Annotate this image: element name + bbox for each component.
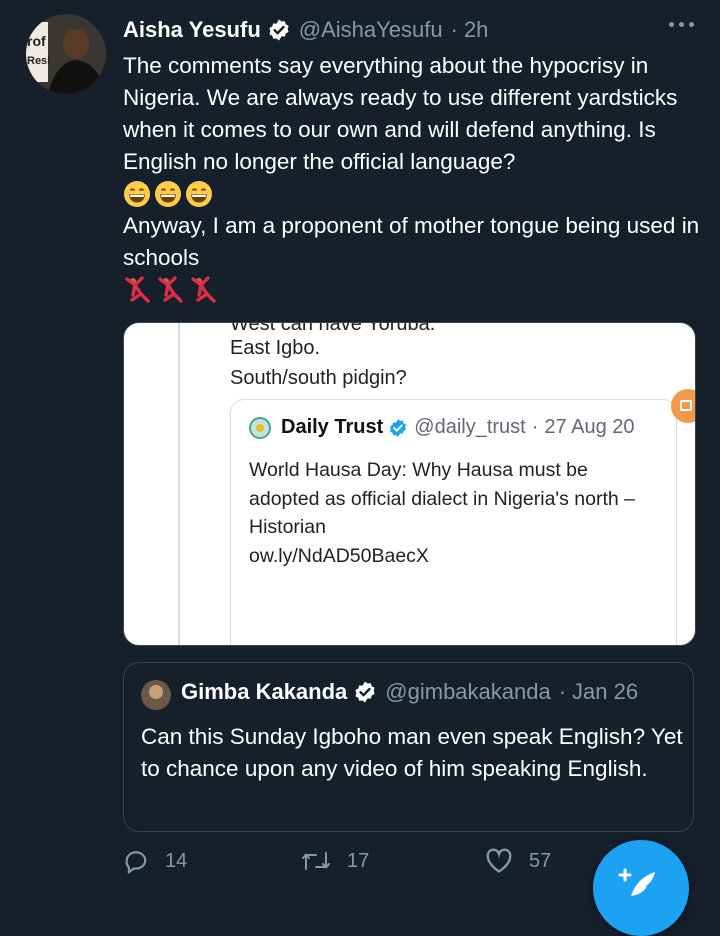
daily-trust-logo-icon <box>249 416 271 439</box>
dancer-emoji <box>158 276 183 303</box>
screenshot-line-1: East Igbo. <box>230 337 321 359</box>
retweet-count: 17 <box>347 849 370 872</box>
grinning-face-emoji <box>186 181 212 207</box>
separator-dot: · <box>531 416 539 438</box>
separator-dot: · <box>558 679 567 704</box>
reply-button[interactable]: 14 <box>123 848 187 874</box>
embedded-text: World Hausa Day: Why Hausa must be adopt… <box>249 456 659 570</box>
dancer-emoji <box>191 276 216 303</box>
avatar[interactable]: rof Resi <box>26 14 106 94</box>
verified-badge-icon <box>355 681 375 703</box>
compose-plus-feather-icon <box>618 868 655 896</box>
screenshot-line-2: South/south pidgin? <box>230 367 407 389</box>
embedded-quote-header: Daily Trust @daily_trust · 27 Aug 20 <box>249 416 635 439</box>
grinning-face-emoji <box>124 181 150 207</box>
grinning-face-emoji <box>155 181 181 207</box>
screenshot-cut-line: West can have Yoruba. <box>230 322 436 335</box>
tweet-text: The comments say everything about the hy… <box>123 50 708 306</box>
verified-badge-icon <box>269 19 289 41</box>
quoted-handle: @gimbakakanda <box>385 679 551 704</box>
handle[interactable]: @AishaYesufu <box>299 17 443 43</box>
retweet-button[interactable]: 17 <box>301 848 369 874</box>
embedded-handle: @daily_trust <box>414 416 526 438</box>
embedded-name: Daily Trust <box>281 416 384 438</box>
embedded-quote-card: Daily Trust @daily_trust · 27 Aug 20 Wor… <box>230 399 677 645</box>
quoted-avatar <box>141 680 171 710</box>
attached-screenshot[interactable]: West can have Yoruba. East Igbo. South/s… <box>123 322 696 646</box>
tweet-paragraph-2: Anyway, I am a proponent of mother tongu… <box>123 213 700 270</box>
emoji-row-grinning <box>123 178 708 210</box>
like-count: 57 <box>529 849 552 872</box>
svg-text:rof: rof <box>27 33 46 49</box>
reply-icon <box>125 851 147 874</box>
quoted-tweet[interactable]: Gimba Kakanda @gimbakakanda · Jan 26 Can… <box>123 662 694 832</box>
svg-text:Resi: Resi <box>27 55 50 67</box>
more-options-icon[interactable] <box>669 22 694 27</box>
quoted-date: Jan 26 <box>572 679 639 704</box>
embedded-link: ow.ly/NdAD50BaecX <box>249 544 429 567</box>
reply-count: 14 <box>165 849 188 872</box>
separator-dot: · <box>450 17 458 42</box>
embedded-date: 27 Aug 20 <box>544 416 635 438</box>
avatar-image: rof Resi <box>26 14 106 94</box>
quoted-name: Gimba Kakanda <box>181 679 348 704</box>
verified-badge-icon <box>390 418 407 437</box>
timestamp[interactable]: 2h <box>464 17 488 43</box>
thread-line <box>178 323 180 645</box>
embedded-headline: World Hausa Day: Why Hausa must be adopt… <box>249 459 636 538</box>
like-button[interactable]: 57 <box>485 848 551 874</box>
quoted-text: Can this Sunday Igboho man even speak En… <box>141 724 683 781</box>
retweet-icon <box>302 852 330 870</box>
emoji-row-dancer <box>123 274 708 306</box>
tweet-paragraph-1: The comments say everything about the hy… <box>123 53 678 174</box>
heart-icon <box>486 848 512 873</box>
compose-tweet-button[interactable] <box>593 840 689 936</box>
display-name[interactable]: Aisha Yesufu <box>123 17 261 43</box>
quoted-header: Gimba Kakanda @gimbakakanda · Jan 26 <box>181 679 638 705</box>
dancer-emoji <box>125 276 150 303</box>
tweet-header: Aisha Yesufu @AishaYesufu · 2h <box>123 14 488 46</box>
